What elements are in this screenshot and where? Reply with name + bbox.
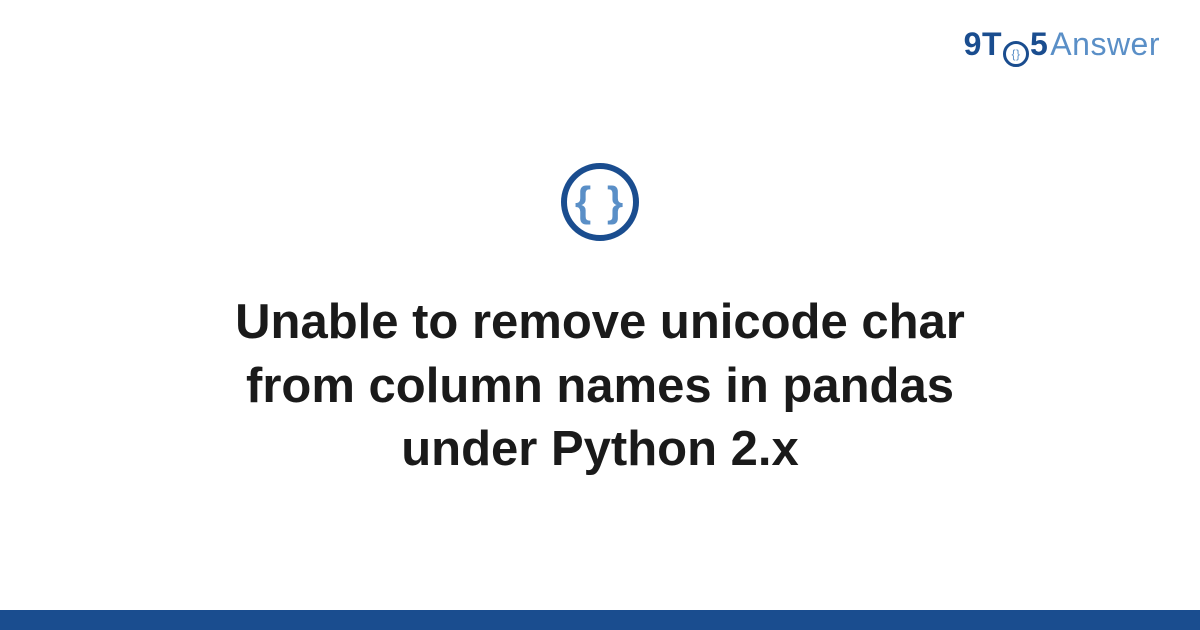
category-icon-circle: { } (561, 163, 639, 241)
main-content: { } Unable to remove unicode char from c… (0, 0, 1200, 610)
code-braces-icon: { } (575, 181, 625, 223)
bottom-accent-bar (0, 610, 1200, 630)
question-title: Unable to remove unicode char from colum… (140, 291, 1060, 482)
